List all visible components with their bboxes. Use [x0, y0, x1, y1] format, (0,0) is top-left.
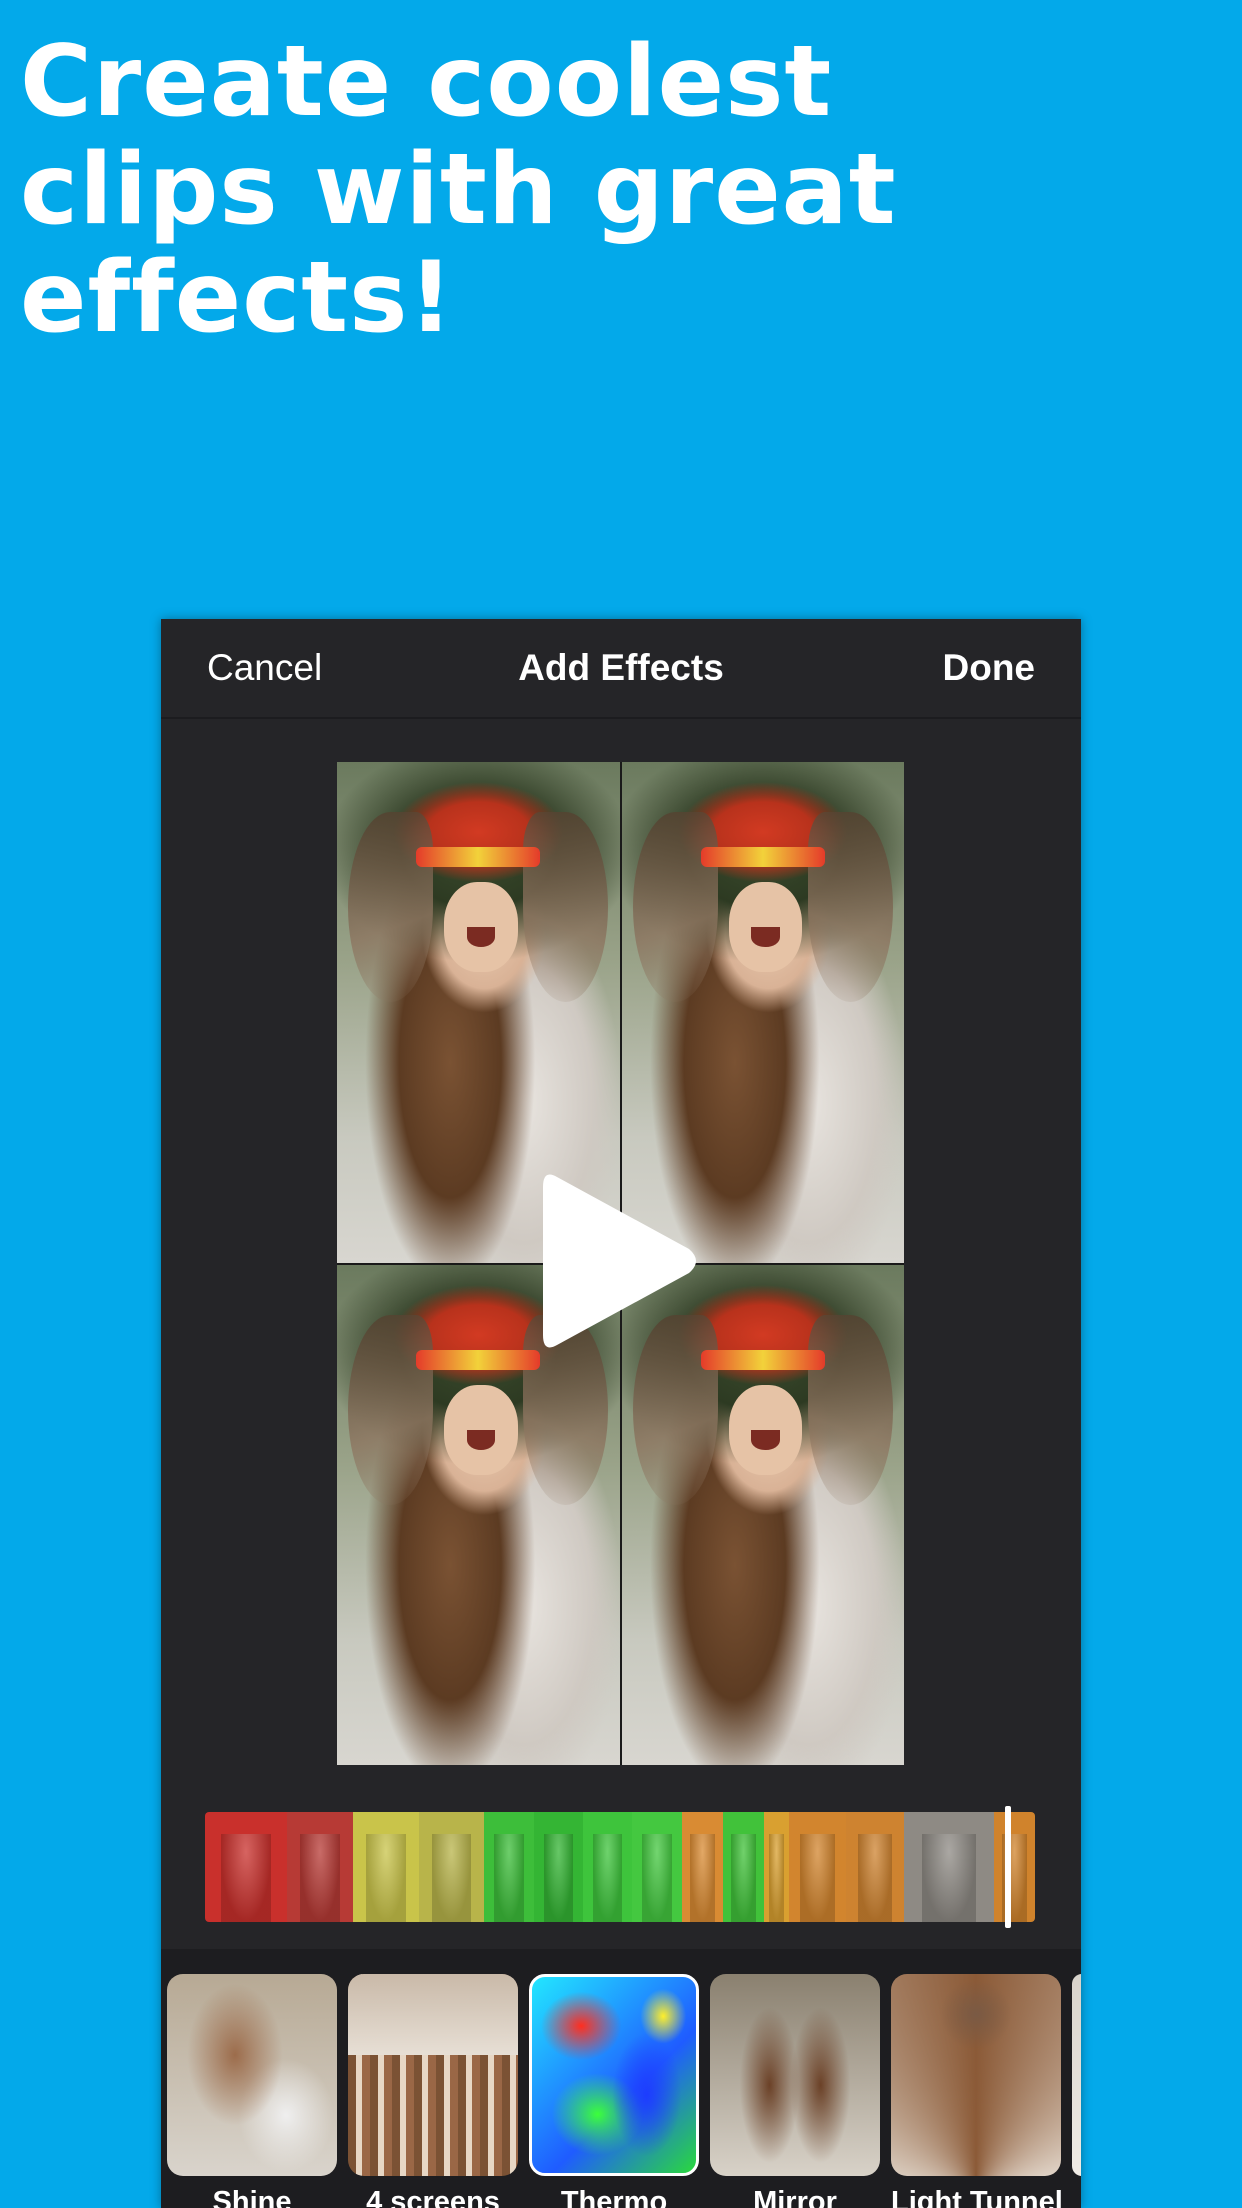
effect-label: 4 screens	[366, 2186, 500, 2208]
timeline-segment	[287, 1812, 353, 1922]
timeline-segment	[484, 1812, 534, 1922]
effects-picker: Shine 4 screens Thermo Mirror Light Tunn…	[161, 1949, 1081, 2208]
effect-mirror[interactable]: Mirror	[710, 1974, 880, 2208]
effect-shine-thumbnail	[167, 1974, 337, 2176]
timeline-segment	[681, 1812, 723, 1922]
headdress-feathers	[632, 812, 718, 1003]
timeline-segment	[788, 1812, 847, 1922]
done-button[interactable]: Done	[943, 647, 1036, 689]
headdress-feathers	[807, 1314, 893, 1505]
effect-shine[interactable]: Shine	[167, 1974, 337, 2208]
effect-thermo[interactable]: Thermo	[529, 1974, 699, 2208]
effect-4-screens[interactable]: 4 screens	[348, 1974, 518, 2208]
effect-4-screens-thumbnail	[348, 1974, 518, 2176]
headline-line-3: effects!	[20, 241, 455, 355]
timeline-segment	[583, 1812, 633, 1922]
headdress-feathers	[523, 812, 609, 1003]
effect-light-tunnel-thumbnail	[891, 1974, 1061, 2176]
effect-label: Mirror	[753, 2186, 837, 2208]
timeline-segment	[763, 1812, 789, 1922]
navigation-bar: Cancel Add Effects Done	[161, 619, 1081, 719]
effect-label: Light Tunnel	[891, 2186, 1063, 2208]
mouth	[751, 1429, 780, 1450]
headline-line-2: clips with great	[20, 133, 897, 247]
headdress-band	[700, 847, 825, 868]
effect-label: Thermo	[560, 2186, 668, 2208]
app-store-screenshot: Create coolest clips with great effects!…	[0, 0, 1242, 2208]
timeline-segment	[993, 1812, 1035, 1922]
timeline-segment	[846, 1812, 904, 1922]
effects-timeline[interactable]	[205, 1812, 1035, 1922]
effect-thermo-thumbnail	[529, 1974, 699, 2176]
timeline-segment	[722, 1812, 764, 1922]
effect-light-tunnel[interactable]: Light Tunnel	[891, 1974, 1063, 2208]
headline-line-1: Create coolest	[20, 25, 833, 139]
headdress-feathers	[807, 812, 893, 1003]
effect-label: Shine	[212, 2186, 292, 2208]
timeline-segment	[632, 1812, 682, 1922]
timeline-segment	[533, 1812, 584, 1922]
timeline-segment	[418, 1812, 485, 1922]
effect-mirror-thumbnail	[710, 1974, 880, 2176]
play-icon[interactable]	[539, 1169, 699, 1353]
timeline-segment	[352, 1812, 419, 1922]
mouth	[751, 927, 780, 948]
effect-next-thumbnail	[1072, 1974, 1081, 2176]
headdress-band	[416, 847, 541, 868]
headdress-band	[416, 1349, 541, 1370]
app-window: Cancel Add Effects Done Shine 4 screens …	[161, 619, 1081, 2208]
headdress-feathers	[348, 812, 434, 1003]
playhead-handle[interactable]	[1005, 1806, 1011, 1928]
headdress-band	[700, 1349, 825, 1370]
headdress-feathers	[348, 1314, 434, 1505]
timeline-segment	[205, 1812, 288, 1922]
mouth	[466, 1429, 496, 1450]
effect-next-partial[interactable]	[1072, 1974, 1081, 2176]
timeline-segment	[903, 1812, 994, 1922]
headline: Create coolest clips with great effects!	[20, 28, 1020, 352]
